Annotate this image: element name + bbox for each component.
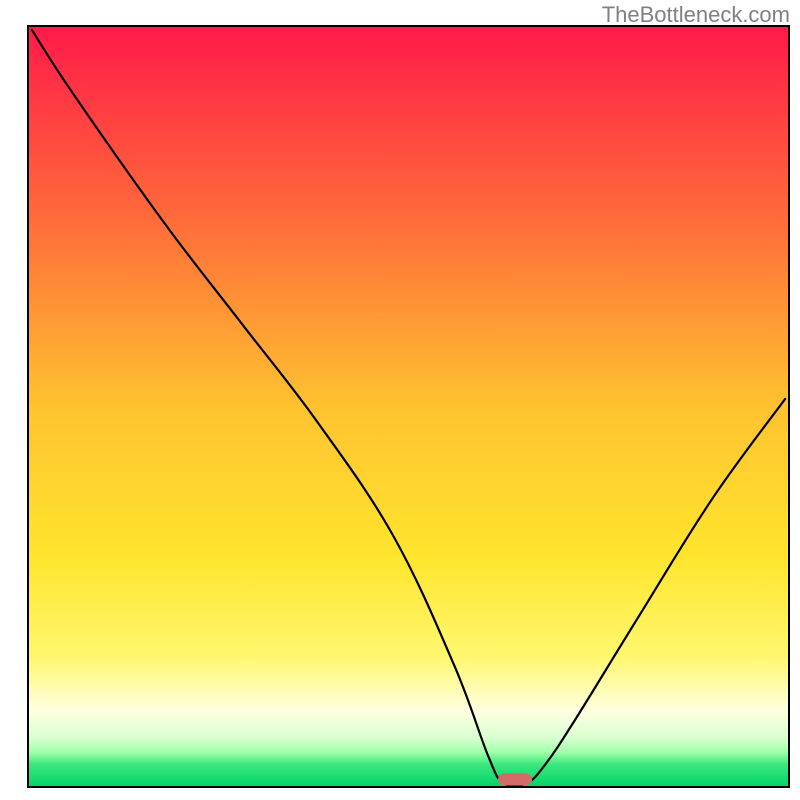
bottleneck-chart bbox=[0, 0, 800, 800]
optimal-marker bbox=[498, 773, 532, 785]
chart-container: TheBottleneck.com bbox=[0, 0, 800, 800]
gradient-background bbox=[28, 26, 789, 787]
watermark-text: TheBottleneck.com bbox=[602, 2, 790, 28]
